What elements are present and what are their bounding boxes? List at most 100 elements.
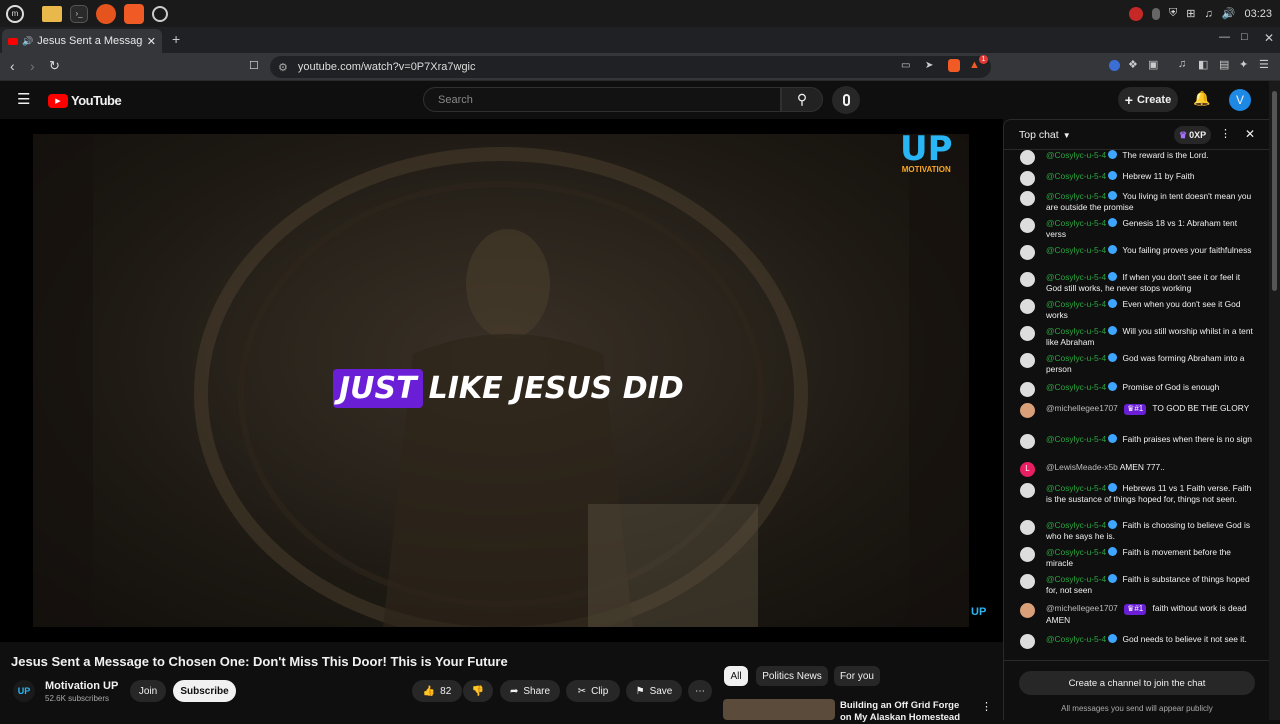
chat-author-avatar[interactable]: [1020, 171, 1035, 186]
chat-message[interactable]: @Cosylyc-u-5-4 Hebrew 11 by Faith: [1020, 171, 1258, 186]
chat-author-avatar[interactable]: [1020, 574, 1035, 589]
search-input[interactable]: Search: [423, 87, 781, 112]
menu-icon[interactable]: ☰: [1259, 58, 1269, 71]
volume-icon[interactable]: 🔊: [1222, 7, 1236, 20]
reload-icon[interactable]: ↻: [49, 58, 60, 74]
forward-icon[interactable]: ›: [30, 58, 35, 74]
chat-author-name[interactable]: @Cosylyc-u-5-4: [1046, 272, 1106, 282]
leo-icon[interactable]: ✦: [1239, 58, 1248, 71]
chat-message[interactable]: @Cosylyc-u-5-4 Promise of God is enough: [1020, 382, 1258, 397]
chat-author-avatar[interactable]: [1020, 191, 1035, 206]
chat-author-avatar[interactable]: [1020, 326, 1035, 341]
chat-message[interactable]: L @LewisMeade-x5b AMEN 777..: [1020, 462, 1258, 477]
chat-mode-dropdown[interactable]: Top chat ▼: [1019, 129, 1071, 141]
send-icon[interactable]: ➤: [925, 60, 933, 71]
tray-dot-icon[interactable]: [1152, 7, 1161, 20]
brave-shield-icon[interactable]: [948, 59, 960, 72]
chat-close-icon[interactable]: ✕: [1245, 127, 1255, 141]
channel-avatar[interactable]: UP: [13, 680, 35, 702]
hamburger-menu-icon[interactable]: ☰: [17, 90, 30, 108]
chat-author-name[interactable]: @Cosylyc-u-5-4: [1046, 326, 1106, 336]
recommendation-title[interactable]: Building an Off Grid Forge on My Alaskan…: [840, 700, 970, 724]
join-button[interactable]: Join: [130, 680, 166, 702]
chat-more-icon[interactable]: ⋮: [1220, 127, 1231, 140]
channel-name[interactable]: Motivation UP: [45, 680, 118, 692]
url-text[interactable]: youtube.com/watch?v=0P7Xra7wgic: [298, 61, 476, 73]
chat-author-avatar[interactable]: [1020, 272, 1035, 287]
chat-author-avatar[interactable]: [1020, 547, 1035, 562]
chat-message[interactable]: @michellegee1707 ♛#1 faith without work …: [1020, 603, 1258, 625]
chat-message[interactable]: @Cosylyc-u-5-4 Faith is choosing to beli…: [1020, 520, 1258, 541]
split-view-icon[interactable]: ▤: [1219, 58, 1229, 71]
close-window-icon[interactable]: ✕: [1264, 31, 1274, 45]
chat-message[interactable]: @Cosylyc-u-5-4 God was forming Abraham i…: [1020, 353, 1258, 374]
chat-message[interactable]: @Cosylyc-u-5-4 Even when you don't see i…: [1020, 299, 1258, 320]
cast-icon[interactable]: ▭: [901, 60, 910, 71]
chat-author-avatar[interactable]: [1020, 634, 1035, 649]
chat-author-name[interactable]: @Cosylyc-u-5-4: [1046, 547, 1106, 557]
chat-author-name[interactable]: @Cosylyc-u-5-4: [1046, 520, 1106, 530]
page-scrollbar-thumb[interactable]: [1272, 91, 1277, 291]
chat-author-name[interactable]: @Cosylyc-u-5-4: [1046, 353, 1106, 363]
terminal-icon[interactable]: ›_: [70, 4, 88, 23]
chat-author-name[interactable]: @Cosylyc-u-5-4: [1046, 150, 1106, 160]
subscribe-button[interactable]: Subscribe: [173, 680, 236, 702]
chat-author-name[interactable]: @Cosylyc-u-5-4: [1046, 218, 1106, 228]
chip-for-you[interactable]: For you: [834, 666, 880, 686]
notifications-bell-icon[interactable]: 🔔: [1193, 90, 1210, 107]
chat-message[interactable]: @Cosylyc-u-5-4 Hebrews 11 vs 1 Faith ver…: [1020, 483, 1258, 504]
media-icon[interactable]: ♫: [1178, 58, 1186, 70]
like-button[interactable]: 👍 82: [412, 680, 462, 702]
chat-author-name[interactable]: @Cosylyc-u-5-4: [1046, 191, 1106, 201]
address-bar[interactable]: ⚙ youtube.com/watch?v=0P7Xra7wgic: [270, 56, 991, 78]
chat-author-name[interactable]: @Cosylyc-u-5-4: [1046, 245, 1106, 255]
chat-author-avatar[interactable]: [1020, 603, 1035, 618]
brave-icon[interactable]: [124, 3, 144, 24]
chat-message[interactable]: @Cosylyc-u-5-4 You living in tent doesn'…: [1020, 191, 1258, 212]
more-actions-button[interactable]: ⋯: [688, 680, 712, 702]
chat-message[interactable]: @Cosylyc-u-5-4 Faith is movement before …: [1020, 547, 1258, 568]
search-button[interactable]: ⚲: [781, 87, 823, 112]
create-button[interactable]: + Create: [1118, 87, 1178, 112]
chat-message[interactable]: @Cosylyc-u-5-4 You failing proves your f…: [1020, 245, 1258, 260]
puzzle-icon[interactable]: ❖: [1128, 58, 1138, 71]
chat-author-name[interactable]: @LewisMeade-x5b: [1046, 462, 1118, 472]
chat-author-name[interactable]: @michellegee1707: [1046, 403, 1118, 413]
save-button[interactable]: ⚑ Save: [626, 680, 682, 702]
network-icon[interactable]: ⊞: [1186, 7, 1195, 20]
chat-author-name[interactable]: @Cosylyc-u-5-4: [1046, 382, 1106, 392]
chat-message[interactable]: @Cosylyc-u-5-4 Will you still worship wh…: [1020, 326, 1258, 347]
corner-branding-icon[interactable]: UP: [971, 606, 986, 618]
video-player[interactable]: JUST LIKE JESUS DID UP MOTIVATION UP: [0, 119, 1003, 642]
chat-message[interactable]: @Cosylyc-u-5-4 If when you don't see it …: [1020, 272, 1258, 293]
chat-author-name[interactable]: @Cosylyc-u-5-4: [1046, 634, 1106, 644]
wallet-icon[interactable]: ▣: [1148, 58, 1158, 71]
chat-message[interactable]: @Cosylyc-u-5-4 The reward is the Lord.: [1020, 150, 1258, 165]
recommendation-thumbnail[interactable]: [723, 699, 835, 720]
clock[interactable]: 03:23: [1244, 8, 1272, 20]
chat-message[interactable]: @Cosylyc-u-5-4 Faith praises when there …: [1020, 434, 1258, 449]
chat-message[interactable]: @Cosylyc-u-5-4 Genesis 18 vs 1: Abraham …: [1020, 218, 1258, 239]
mint-menu-icon[interactable]: m: [6, 4, 24, 23]
chat-author-avatar[interactable]: [1020, 520, 1035, 535]
chat-author-avatar[interactable]: [1020, 353, 1035, 368]
chat-author-avatar[interactable]: [1020, 382, 1035, 397]
chat-author-avatar[interactable]: [1020, 150, 1035, 165]
chat-author-name[interactable]: @Cosylyc-u-5-4: [1046, 434, 1106, 444]
profile-extension-icon[interactable]: [1109, 60, 1120, 71]
files-icon[interactable]: [42, 5, 62, 22]
chat-author-avatar[interactable]: [1020, 218, 1035, 233]
maximize-icon[interactable]: □: [1241, 31, 1248, 43]
music-icon[interactable]: ♫: [1205, 8, 1213, 20]
chat-author-name[interactable]: @Cosylyc-u-5-4: [1046, 483, 1106, 493]
chat-author-name[interactable]: @Cosylyc-u-5-4: [1046, 574, 1106, 584]
minimize-icon[interactable]: —: [1219, 31, 1230, 43]
avatar[interactable]: V: [1229, 89, 1251, 111]
sidebar-icon[interactable]: ◧: [1198, 58, 1208, 71]
back-icon[interactable]: ‹: [10, 58, 15, 74]
chat-author-avatar[interactable]: [1020, 434, 1035, 449]
chat-author-name[interactable]: @Cosylyc-u-5-4: [1046, 171, 1106, 181]
chip-politics-news[interactable]: Politics News: [756, 666, 828, 686]
chat-author-name[interactable]: @michellegee1707: [1046, 603, 1118, 613]
site-info-icon[interactable]: ⚙: [278, 61, 288, 74]
